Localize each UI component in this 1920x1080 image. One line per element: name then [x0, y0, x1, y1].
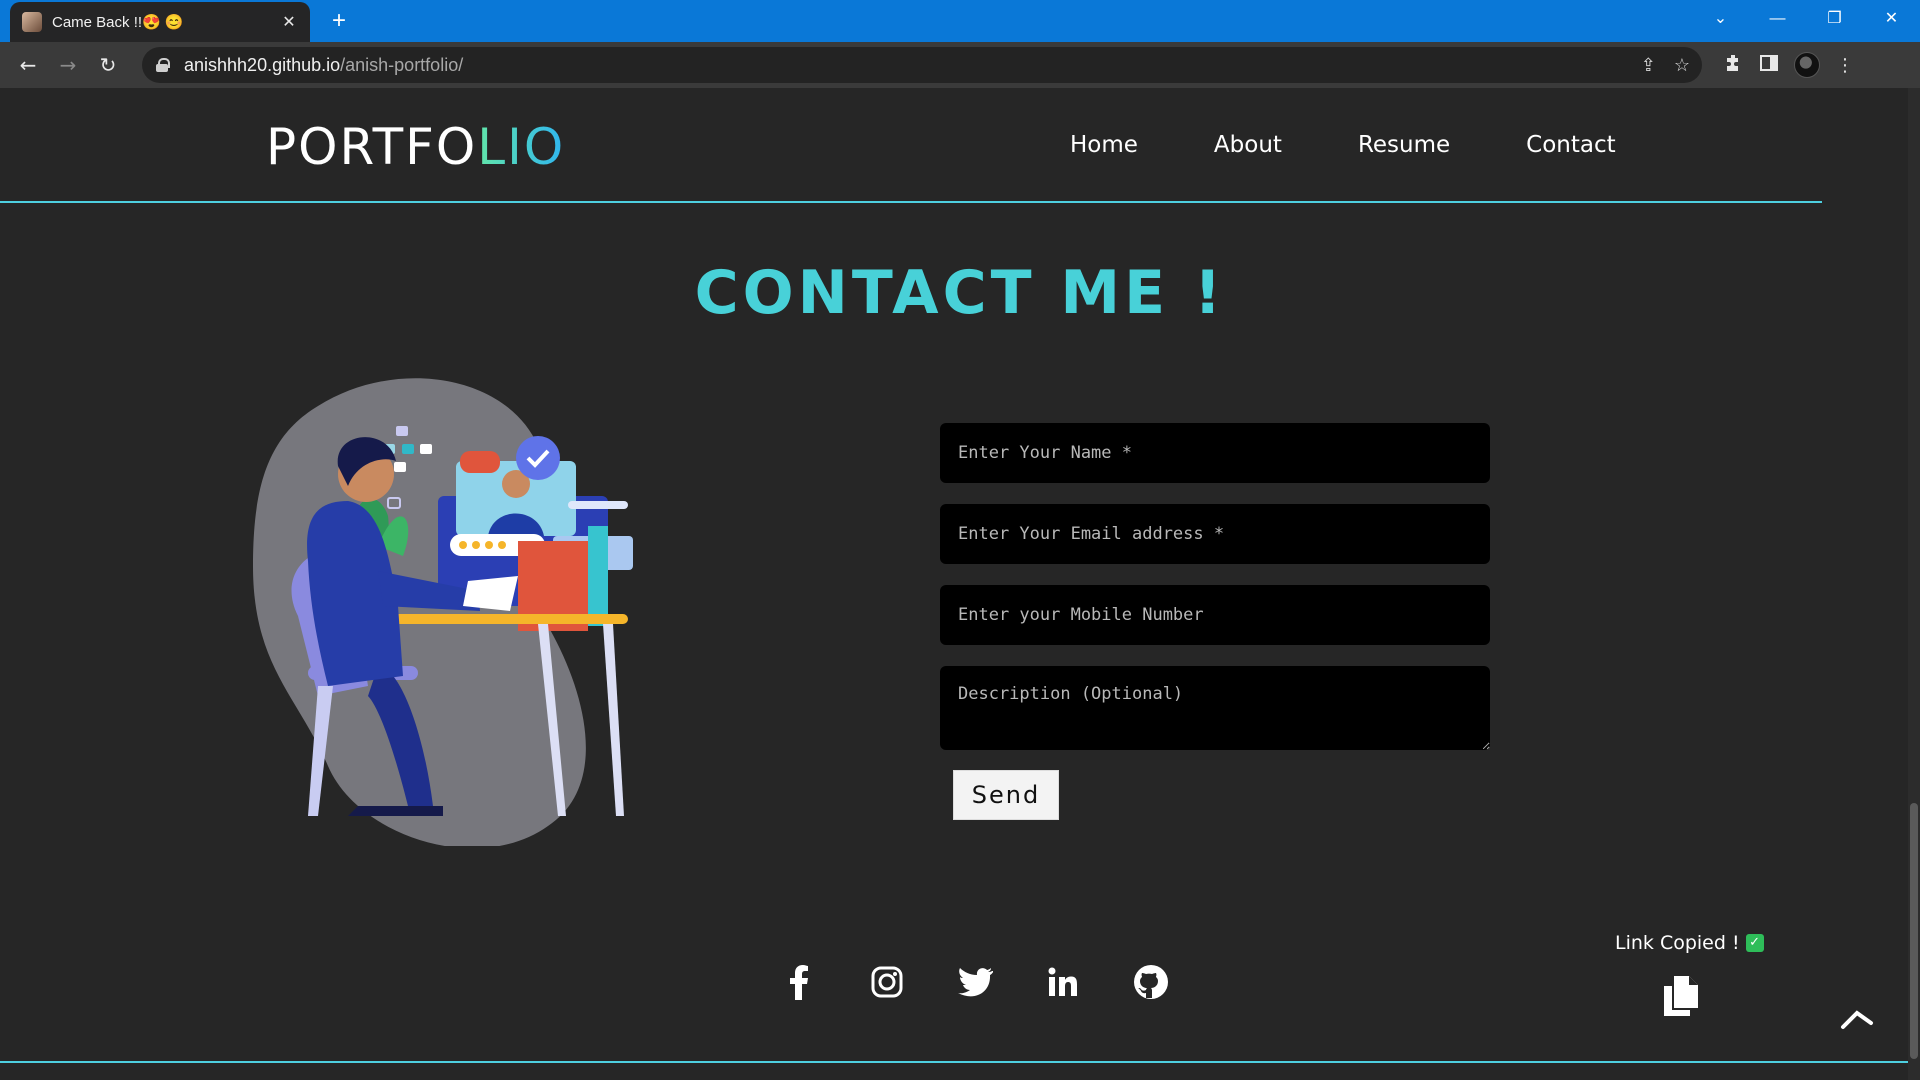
- bookmark-star-icon[interactable]: ☆: [1674, 55, 1690, 76]
- linkedin-icon[interactable]: [1044, 963, 1082, 1001]
- tab-close-icon[interactable]: ✕: [280, 12, 298, 32]
- footer-divider: [0, 1061, 1910, 1063]
- link-copied-text: Link Copied !: [1615, 932, 1740, 954]
- scrollbar-thumb[interactable]: [1910, 803, 1918, 1059]
- mobile-field[interactable]: [940, 585, 1490, 645]
- url-host: anishhh20.github.io: [184, 54, 341, 75]
- lock-icon[interactable]: [156, 58, 170, 72]
- extensions-icon[interactable]: [1724, 53, 1744, 78]
- url-path: /anish-portfolio/: [340, 54, 464, 75]
- nav-resume[interactable]: Resume: [1358, 132, 1450, 158]
- close-window-button[interactable]: ✕: [1863, 0, 1920, 38]
- menu-kebab-icon[interactable]: ⋮: [1836, 55, 1854, 76]
- restore-button[interactable]: ❐: [1806, 0, 1863, 38]
- nav-about[interactable]: About: [1214, 132, 1282, 158]
- forward-arrow-icon[interactable]: →: [48, 45, 88, 85]
- browser-toolbar: ← → ↻ anishhh20.github.io/anish-portfoli…: [0, 42, 1920, 88]
- name-field[interactable]: [940, 423, 1490, 483]
- tab-title: Came Back !!😍 😊: [52, 14, 184, 31]
- back-arrow-icon[interactable]: ←: [8, 45, 48, 85]
- github-icon[interactable]: [1132, 963, 1170, 1001]
- share-icon[interactable]: ⇪: [1641, 55, 1656, 76]
- scrollbar[interactable]: [1908, 88, 1920, 1080]
- nav-contact[interactable]: Contact: [1526, 132, 1615, 158]
- checkmark-icon: ✓: [1745, 934, 1764, 952]
- site-header: PORTFOLIO Home About Resume Contact: [0, 88, 1822, 203]
- scroll-to-top-icon[interactable]: [1840, 1008, 1874, 1030]
- email-field[interactable]: [940, 504, 1490, 564]
- reload-icon[interactable]: ↻: [88, 45, 128, 85]
- nav-home[interactable]: Home: [1070, 132, 1138, 158]
- browser-tab[interactable]: Came Back !!😍 😊 ✕: [10, 2, 310, 42]
- logo-text-main: PORTFO: [266, 118, 478, 176]
- browser-titlebar: Came Back !!😍 😊 ✕ + ⌄ — ❐ ✕: [0, 0, 1920, 42]
- copy-link-icon[interactable]: [1660, 974, 1702, 1018]
- address-bar[interactable]: anishhh20.github.io/anish-portfolio/ ⇪ ☆: [142, 47, 1702, 83]
- profile-avatar[interactable]: [1794, 52, 1820, 78]
- contact-form: Send: [940, 423, 1490, 820]
- twitter-icon[interactable]: [956, 963, 994, 1001]
- facebook-icon[interactable]: [780, 963, 818, 1001]
- social-links: [780, 963, 1170, 1001]
- logo-text-accent: LIO: [477, 118, 566, 176]
- portfolio-logo[interactable]: PORTFOLIO: [266, 118, 565, 176]
- window-controls: ⌄ — ❐ ✕: [1692, 0, 1920, 42]
- link-copied-notice: Link Copied ! ✓: [1615, 932, 1764, 954]
- contact-illustration: [253, 378, 633, 846]
- new-tab-button[interactable]: +: [324, 6, 354, 36]
- description-field[interactable]: [940, 666, 1490, 750]
- main-nav: Home About Resume Contact: [1070, 132, 1616, 158]
- side-panel-icon[interactable]: [1760, 54, 1778, 77]
- contact-title: CONTACT ME !: [694, 258, 1226, 328]
- minimize-button[interactable]: —: [1749, 0, 1806, 38]
- page: PORTFOLIO Home About Resume Contact CONT…: [0, 88, 1920, 1080]
- instagram-icon[interactable]: [868, 963, 906, 1001]
- tab-search-icon[interactable]: ⌄: [1692, 0, 1749, 38]
- send-button[interactable]: Send: [953, 770, 1059, 820]
- tab-favicon-icon: [22, 12, 42, 32]
